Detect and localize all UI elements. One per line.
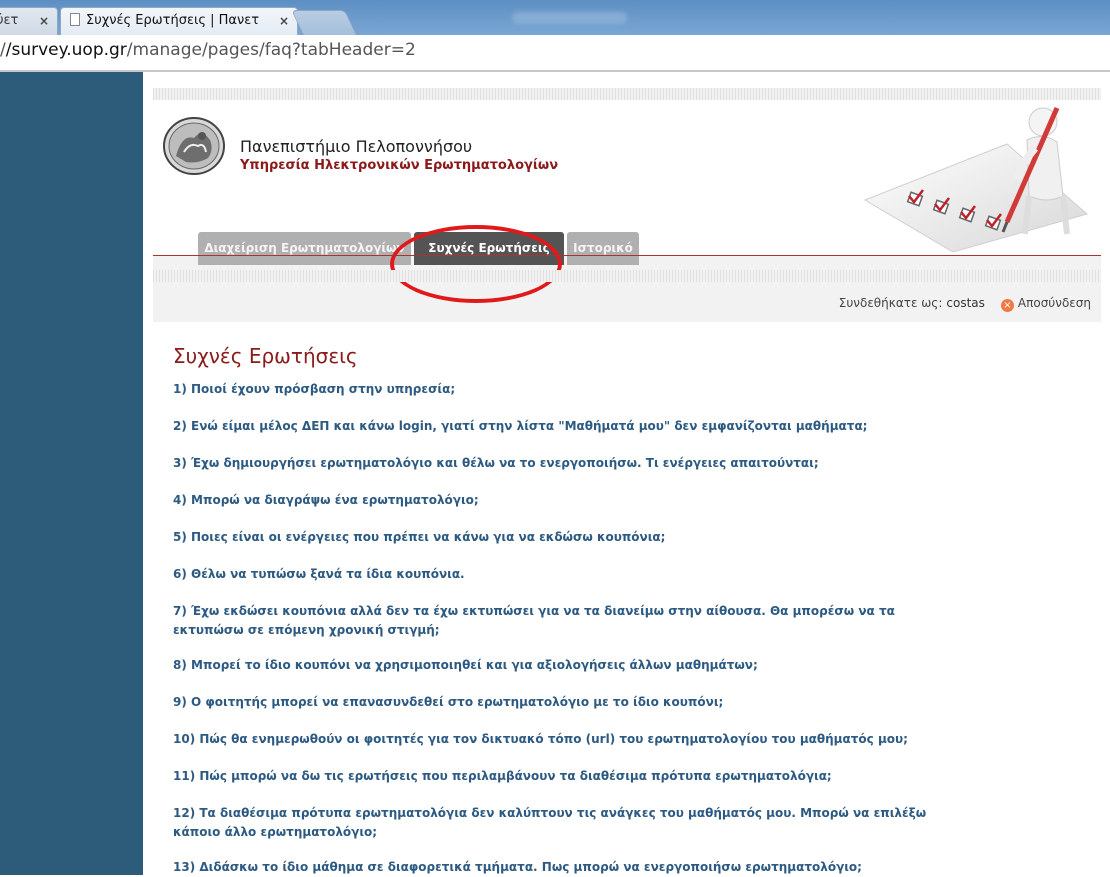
document-icon [70,13,80,26]
site-container: Πανεπιστήμιο Πελοποννήσου Υπηρεσία Ηλεκτ… [153,88,1101,875]
tab-history[interactable]: Ιστορικό [567,232,639,265]
url-host: /survey.uop.gr [5,40,127,60]
service-name: Υπηρεσία Ηλεκτρονικών Ερωτηματολογίων [240,158,559,173]
questionnaire-illustration [863,106,1089,252]
faq-question-7[interactable]: 7) Έχω εκδώσει κουπόνια αλλά δεν τα έχω … [173,602,933,640]
main-content: Συχνές Ερωτήσεις 1) Ποιοί έχουν πρόσβαση… [153,322,1101,875]
highlight-annotation-ellipse [390,225,562,303]
browser-tab-active[interactable]: Συχνές Ερωτήσεις | Πανετ × [60,7,298,35]
url-text[interactable]: //survey.uop.gr/manage/pages/faq?tabHead… [0,40,416,60]
top-stripe-divider [153,88,1101,100]
window-title-blurred [512,12,627,24]
close-icon[interactable]: × [279,8,289,34]
page-title: Συχνές Ερωτήσεις [173,344,358,368]
university-seal-logo [163,117,225,175]
header-bottom-stripe [153,270,1101,282]
logout-icon[interactable]: × [1000,299,1014,312]
browser-tab-previous[interactable]: ύετ × [0,7,58,35]
faq-question-12[interactable]: 12) Τα διαθέσιμα πρότυπα ερωτηματολόγια … [173,804,933,842]
site-header: Πανεπιστήμιο Πελοποννήσου Υπηρεσία Ηλεκτ… [153,100,1101,303]
faq-question-1[interactable]: 1) Ποιοί έχουν πρόσβαση στην υπηρεσία; [173,380,1078,399]
logged-in-label: Συνδεθήκατε ως: [838,296,943,310]
faq-question-10[interactable]: 10) Πώς θα ενημερωθούν οι φοιτητές για τ… [173,730,1078,749]
address-bar[interactable]: //survey.uop.gr/manage/pages/faq?tabHead… [0,35,1110,72]
faq-question-13[interactable]: 13) Διδάσκω το ίδιο μάθημα σε διαφορετικ… [173,858,1078,877]
close-icon[interactable]: × [39,8,49,34]
faq-list: 1) Ποιοί έχουν πρόσβαση στην υπηρεσία; 2… [173,380,1078,877]
nav-underline [153,255,1101,256]
username: costas [946,296,985,310]
tab-questionnaire-management[interactable]: Διαχείριση Ερωτηματολογίων [198,232,411,265]
faq-question-5[interactable]: 5) Ποιες είναι οι ενέργειες που πρέπει ν… [173,528,1078,547]
faq-question-4[interactable]: 4) Μπορώ να διαγράψω ένα ερωτηματολόγιο; [173,491,1078,510]
browser-tab-bar: ύετ × Συχνές Ερωτήσεις | Πανετ × [0,0,1110,35]
logout-link[interactable]: Αποσύνδεση [1018,296,1091,310]
faq-question-11[interactable]: 11) Πώς μπορώ να δω τις ερωτήσεις που πε… [173,767,1078,786]
new-tab-button[interactable] [291,10,357,35]
browser-tab-title: Συχνές Ερωτήσεις | Πανετ [86,13,260,28]
faq-question-8[interactable]: 8) Μπορεί το ίδιο κουπόνι να χρησιμοποιη… [173,656,1078,675]
faq-question-9[interactable]: 9) Ο φοιτητής μπορεί να επανασυνδεθεί στ… [173,693,1078,712]
url-path: /manage/pages/faq?tabHeader=2 [126,40,416,60]
left-color-band [0,72,143,875]
faq-question-2[interactable]: 2) Ενώ είμαι μέλος ΔΕΠ και κάνω login, γ… [173,417,1078,436]
faq-question-6[interactable]: 6) Θέλω να τυπώσω ξανά τα ίδια κουπόνια. [173,565,1078,584]
browser-tab-title: ύετ [0,13,19,28]
faq-question-3[interactable]: 3) Έχω δημιουργήσει ερωτηματολόγιο και θ… [173,454,1078,473]
user-status-bar: Συνδεθήκατε ως: costas × Αποσύνδεση [839,296,1091,312]
university-name: Πανεπιστήμιο Πελοποννήσου [240,137,473,156]
